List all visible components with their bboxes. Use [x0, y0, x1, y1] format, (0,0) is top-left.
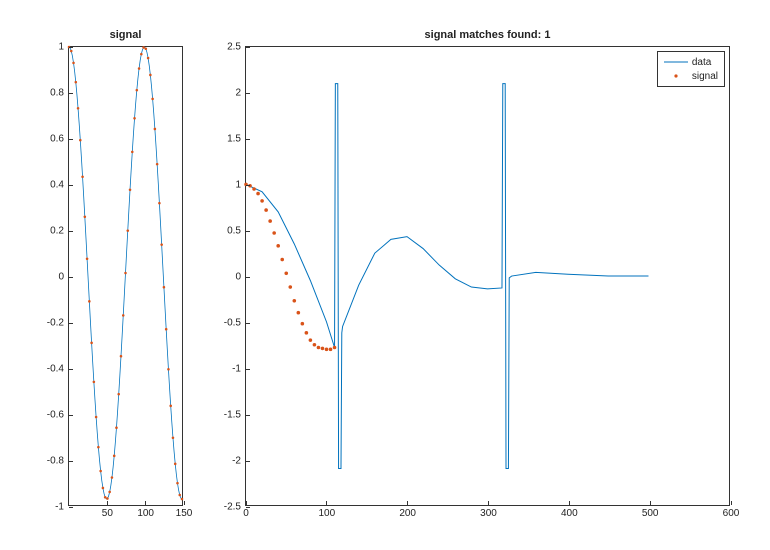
ytick-label: 0.5: [227, 226, 241, 237]
ytick-label: -1.5: [224, 410, 241, 421]
xtick-label: 200: [399, 508, 416, 519]
legend-label: signal: [692, 71, 718, 82]
xtick-label: 0: [243, 508, 249, 519]
ytick-label: 0.4: [50, 180, 64, 191]
xtick-label: 400: [561, 508, 578, 519]
ytick-label: -1: [232, 364, 241, 375]
ytick-label: -2.5: [224, 502, 241, 513]
plot-svg: [246, 47, 729, 505]
ytick-label: 0.2: [50, 226, 64, 237]
axes-signal: signal -1-0.8-0.6-0.4-0.200.20.40.60.815…: [68, 46, 183, 506]
ytick-label: 1: [58, 42, 64, 53]
xtick-label: 300: [480, 508, 497, 519]
xtick-label: 100: [137, 508, 154, 519]
xtick-label: 150: [176, 508, 193, 519]
xtick-label: 100: [318, 508, 335, 519]
plot-svg: [69, 47, 182, 499]
ytick-label: -0.4: [47, 364, 64, 375]
legend: data signal: [657, 51, 725, 87]
ytick-label: 0.6: [50, 134, 64, 145]
ytick-label: 0: [58, 272, 64, 283]
ytick-label: 0.8: [50, 88, 64, 99]
ytick-label: -0.8: [47, 456, 64, 467]
ytick-label: 2.5: [227, 42, 241, 53]
xtick-label: 600: [723, 508, 740, 519]
ytick-label: 1: [235, 180, 241, 191]
axes-title: signal matches found: 1: [246, 29, 729, 41]
legend-entry-signal: signal: [664, 69, 718, 83]
ytick-label: 0: [235, 272, 241, 283]
xtick-label: 50: [102, 508, 113, 519]
ytick-label: -0.2: [47, 318, 64, 329]
line-swatch-icon: [664, 57, 688, 67]
axes-title: signal: [69, 29, 182, 41]
ytick-label: 2: [235, 88, 241, 99]
figure: signal -1-0.8-0.6-0.4-0.200.20.40.60.815…: [0, 0, 770, 550]
ytick-label: -0.6: [47, 410, 64, 421]
ytick-label: -0.5: [224, 318, 241, 329]
ytick-label: -1: [55, 502, 64, 513]
ytick-label: -2: [232, 456, 241, 467]
legend-entry-data: data: [664, 55, 718, 69]
legend-label: data: [692, 57, 711, 68]
axes-matches: signal matches found: 1 data signal -2.5…: [245, 46, 730, 506]
marker-swatch-icon: [664, 71, 688, 81]
ytick-label: 1.5: [227, 134, 241, 145]
xtick-label: 500: [642, 508, 659, 519]
